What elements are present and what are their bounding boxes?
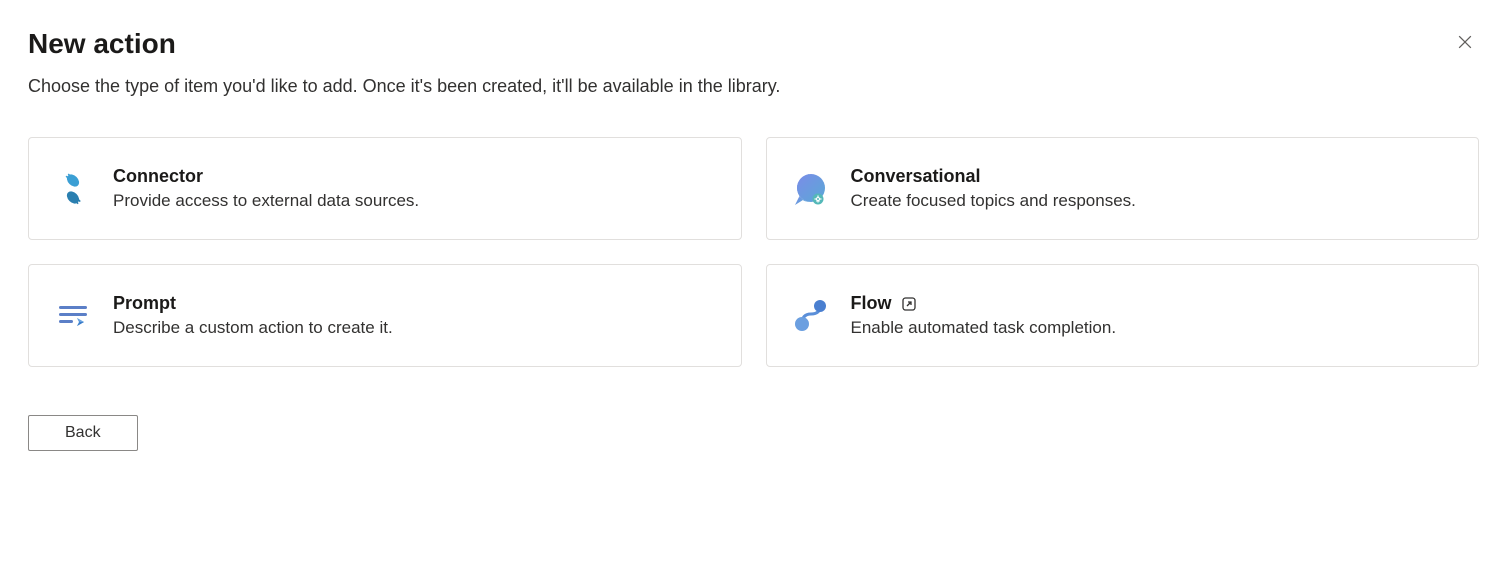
close-button[interactable]	[1451, 28, 1479, 59]
card-connector-desc: Provide access to external data sources.	[113, 191, 717, 211]
card-flow-title: Flow	[851, 293, 892, 314]
card-prompt-desc: Describe a custom action to create it.	[113, 318, 717, 338]
card-flow-desc: Enable automated task completion.	[851, 318, 1455, 338]
prompt-icon	[53, 296, 93, 336]
page-subtitle: Choose the type of item you'd like to ad…	[28, 76, 1479, 97]
back-button[interactable]: Back	[28, 415, 138, 451]
card-conversational-desc: Create focused topics and responses.	[851, 191, 1455, 211]
action-type-grid: Connector Provide access to external dat…	[28, 137, 1479, 367]
close-icon	[1455, 32, 1475, 55]
card-prompt[interactable]: Prompt Describe a custom action to creat…	[28, 264, 742, 367]
external-link-icon	[900, 295, 918, 313]
card-prompt-title: Prompt	[113, 293, 717, 314]
card-conversational[interactable]: Conversational Create focused topics and…	[766, 137, 1480, 240]
conversational-icon	[791, 169, 831, 209]
connector-icon	[53, 169, 93, 209]
page-title: New action	[28, 28, 176, 60]
card-connector[interactable]: Connector Provide access to external dat…	[28, 137, 742, 240]
card-conversational-title: Conversational	[851, 166, 1455, 187]
card-connector-title: Connector	[113, 166, 717, 187]
card-flow[interactable]: Flow Enable automated task completion.	[766, 264, 1480, 367]
flow-icon	[791, 296, 831, 336]
